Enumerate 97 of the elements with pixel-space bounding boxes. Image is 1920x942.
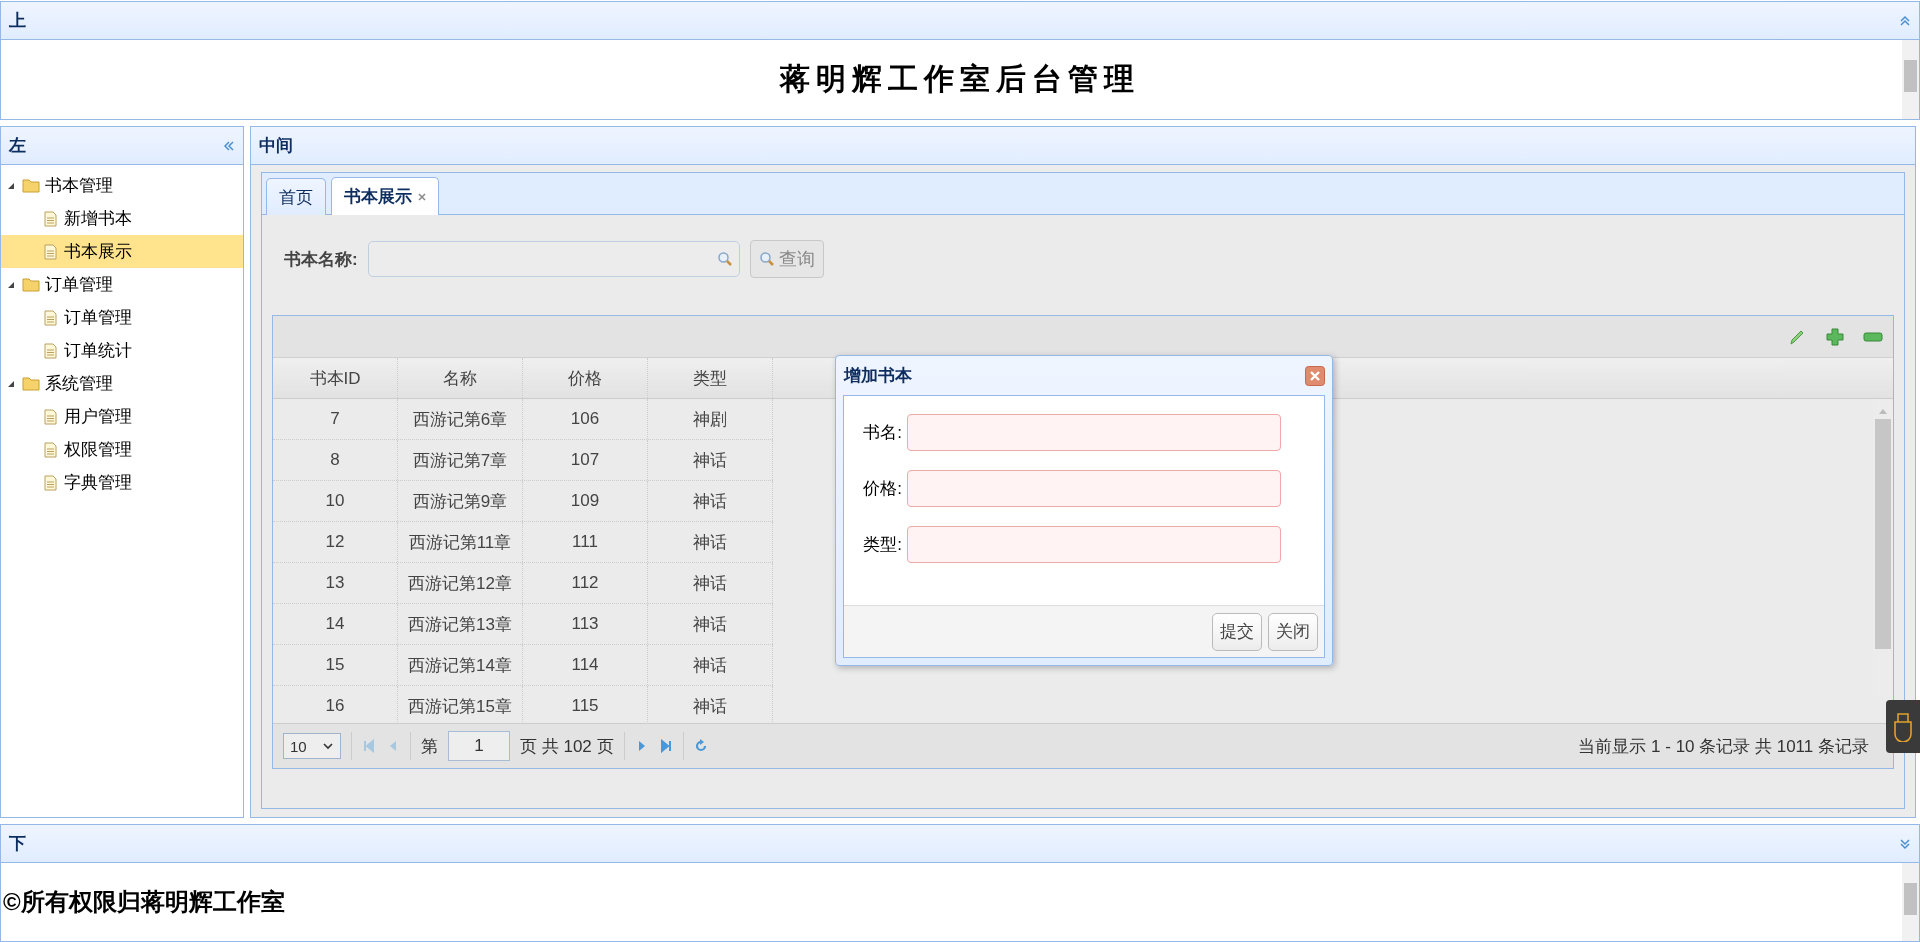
input-field[interactable] bbox=[907, 470, 1281, 507]
document-icon bbox=[44, 210, 57, 227]
column-header[interactable]: 名称 bbox=[398, 358, 523, 398]
page-number-field[interactable]: 1 bbox=[448, 731, 510, 761]
folder-icon bbox=[22, 376, 40, 391]
close-icon[interactable] bbox=[418, 192, 426, 201]
document-icon bbox=[44, 441, 57, 458]
document-icon bbox=[44, 243, 57, 260]
tree-item[interactable]: 订单统计 bbox=[1, 334, 243, 367]
column-header[interactable]: 书本ID bbox=[273, 358, 398, 398]
page-size-select[interactable]: 10 bbox=[283, 733, 341, 759]
dialog-title: 增加书本 bbox=[844, 365, 912, 387]
table-cell: 神话 bbox=[648, 481, 773, 521]
table-cell: 神话 bbox=[648, 645, 773, 685]
page-prefix-label: 第 bbox=[421, 735, 438, 758]
search-icon bbox=[758, 251, 775, 267]
remove-icon[interactable] bbox=[1863, 329, 1883, 344]
collapse-up-icon[interactable] bbox=[1899, 14, 1911, 27]
table-cell: 神话 bbox=[648, 522, 773, 562]
folder-icon bbox=[22, 178, 40, 193]
copyright-text: ©所有权限归蒋明辉工作室 bbox=[3, 887, 285, 917]
table-cell: 10 bbox=[273, 481, 398, 521]
tree-item[interactable]: 用户管理 bbox=[1, 400, 243, 433]
tree-item[interactable]: 权限管理 bbox=[1, 433, 243, 466]
refresh-icon[interactable] bbox=[693, 739, 708, 753]
table-cell: 114 bbox=[523, 645, 648, 685]
tree-folder-item[interactable]: 书本管理 bbox=[1, 169, 243, 202]
document-icon bbox=[44, 474, 57, 491]
column-header[interactable]: 价格 bbox=[523, 358, 648, 398]
table-cell: 113 bbox=[523, 604, 648, 644]
table-cell: 西游记第12章 bbox=[398, 563, 523, 603]
first-page-icon[interactable] bbox=[362, 739, 376, 753]
table-cell: 神剧 bbox=[648, 399, 773, 439]
search-field[interactable] bbox=[367, 241, 740, 277]
table-cell: 8 bbox=[273, 440, 398, 480]
panel-title: 左 bbox=[9, 135, 26, 157]
panel-title: 中间 bbox=[259, 135, 293, 157]
search-icon[interactable] bbox=[716, 251, 733, 267]
usb-drive-icon bbox=[1893, 711, 1913, 742]
table-cell: 15 bbox=[273, 645, 398, 685]
table-cell: 西游记第6章 bbox=[398, 399, 523, 439]
panel-title: 下 bbox=[9, 833, 26, 855]
table-cell: 12 bbox=[273, 522, 398, 562]
table-cell: 西游记第7章 bbox=[398, 440, 523, 480]
table-cell: 西游记第9章 bbox=[398, 481, 523, 521]
dialog-button[interactable]: 关闭 bbox=[1268, 612, 1318, 651]
field-label: 价格: bbox=[862, 478, 902, 500]
folder-icon bbox=[22, 277, 40, 292]
chevron-down-icon bbox=[322, 742, 334, 750]
field-label: 书名: bbox=[862, 422, 902, 444]
tree-item[interactable]: 书本展示 bbox=[1, 235, 243, 268]
panel-title: 上 bbox=[9, 10, 26, 32]
add-icon[interactable] bbox=[1825, 326, 1845, 347]
document-icon bbox=[44, 309, 57, 326]
field-label: 类型: bbox=[862, 534, 902, 556]
tab[interactable]: 书本展示 bbox=[331, 177, 439, 215]
collapse-down-icon[interactable] bbox=[1899, 837, 1911, 850]
scrollbar[interactable] bbox=[1902, 40, 1919, 119]
page-total-label: 页 共 102 页 bbox=[520, 735, 614, 758]
expand-arrow-icon[interactable] bbox=[7, 181, 15, 190]
site-banner-title: 蒋明辉工作室后台管理 bbox=[780, 61, 1140, 97]
last-page-icon[interactable] bbox=[658, 739, 673, 753]
table-cell: 14 bbox=[273, 604, 398, 644]
expand-arrow-icon[interactable] bbox=[7, 379, 15, 388]
table-cell: 西游记第14章 bbox=[398, 645, 523, 685]
table-cell: 106 bbox=[523, 399, 648, 439]
column-header[interactable]: 类型 bbox=[648, 358, 773, 398]
document-icon bbox=[44, 342, 57, 359]
tree-item[interactable]: 字典管理 bbox=[1, 466, 243, 499]
input-field[interactable] bbox=[907, 526, 1281, 563]
table-cell: 神话 bbox=[648, 604, 773, 644]
table-cell: 西游记第11章 bbox=[398, 522, 523, 562]
expand-arrow-icon[interactable] bbox=[7, 280, 15, 289]
close-icon[interactable] bbox=[1305, 365, 1325, 386]
table-cell: 神话 bbox=[648, 563, 773, 603]
collapse-left-icon[interactable] bbox=[223, 139, 235, 152]
table-cell: 107 bbox=[523, 440, 648, 480]
tree-folder-item[interactable]: 系统管理 bbox=[1, 367, 243, 400]
floating-widget-button[interactable] bbox=[1886, 700, 1920, 753]
tree-item[interactable]: 订单管理 bbox=[1, 301, 243, 334]
scroll-up-arrow-icon[interactable] bbox=[1878, 407, 1888, 415]
search-label: 书本名称: bbox=[284, 248, 358, 271]
table-cell: 111 bbox=[523, 522, 648, 562]
document-icon bbox=[44, 408, 57, 425]
tree-folder-item[interactable]: 订单管理 bbox=[1, 268, 243, 301]
tree-item[interactable]: 新增书本 bbox=[1, 202, 243, 235]
scrollbar[interactable] bbox=[1902, 863, 1919, 941]
input-field[interactable] bbox=[907, 414, 1281, 451]
dialog-button[interactable]: 提交 bbox=[1212, 612, 1262, 651]
table-cell: 112 bbox=[523, 563, 648, 603]
table-cell: 7 bbox=[273, 399, 398, 439]
table-cell: 109 bbox=[523, 481, 648, 521]
table-cell: 神话 bbox=[648, 440, 773, 480]
tab[interactable]: 首页 bbox=[266, 178, 326, 215]
table-cell: 西游记第13章 bbox=[398, 604, 523, 644]
table-cell: 13 bbox=[273, 563, 398, 603]
record-summary: 当前显示 1 - 10 条记录 共 1011 条记录 bbox=[1578, 735, 1869, 758]
